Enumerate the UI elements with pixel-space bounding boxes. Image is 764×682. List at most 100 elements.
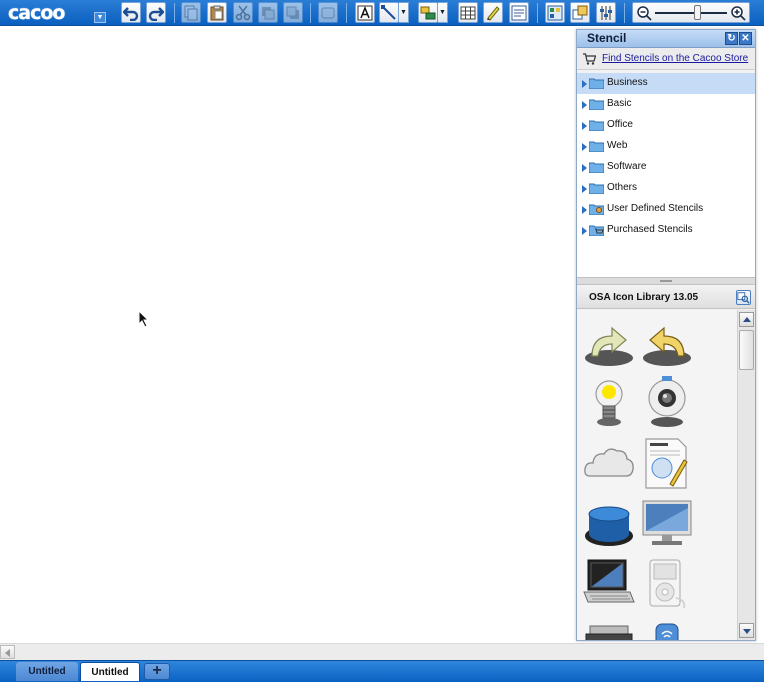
group-icon	[321, 7, 335, 18]
copy-icon	[184, 5, 198, 20]
toolbar-separator	[346, 3, 347, 23]
library-icon-grid	[577, 310, 737, 640]
ipod-icon[interactable]	[640, 558, 694, 612]
image-panel-button[interactable]	[570, 2, 590, 23]
table-tool-button[interactable]	[458, 2, 478, 23]
zoom-out-icon[interactable]	[636, 5, 652, 21]
toolbar-separator	[174, 3, 175, 23]
expand-arrow-icon[interactable]	[582, 122, 587, 130]
refresh-icon[interactable]: ↻	[725, 32, 738, 45]
printer-icon[interactable]	[582, 620, 636, 640]
library-scrollbar[interactable]	[737, 310, 755, 640]
clipboard-icon	[210, 5, 224, 20]
text-tool-icon	[357, 5, 373, 20]
connector-dropdown-icon[interactable]: ▼	[399, 2, 409, 23]
folder-icon	[589, 141, 604, 152]
grip-icon	[660, 280, 672, 282]
scroll-thumb[interactable]	[739, 330, 754, 370]
panel-splitter[interactable]	[577, 277, 755, 285]
tree-item-label: Purchased Stencils	[607, 224, 693, 235]
library-header: OSA Icon Library 13.05	[577, 287, 755, 309]
connector-tool-button[interactable]	[379, 2, 399, 23]
sheet-tab-active[interactable]: Untitled	[80, 662, 140, 681]
shape-tool-button[interactable]	[418, 2, 438, 23]
zoom-control	[632, 2, 750, 23]
canvas-horizontal-scrollbar[interactable]	[0, 643, 764, 660]
cut-button[interactable]	[233, 2, 253, 23]
add-sheet-button[interactable]: +	[144, 663, 170, 680]
pencil-tool-button[interactable]	[483, 2, 503, 23]
scroll-left-icon[interactable]	[0, 645, 15, 659]
bring-front-button[interactable]	[258, 2, 278, 23]
contract-document-icon[interactable]	[640, 436, 694, 490]
zoom-slider-thumb[interactable]	[694, 5, 701, 20]
tree-item-purchased[interactable]: Purchased Stencils	[577, 220, 755, 241]
undo-arrow-icon[interactable]	[640, 314, 694, 368]
tree-item-software[interactable]: Software	[577, 157, 755, 178]
shape-dropdown-icon[interactable]: ▼	[438, 2, 448, 23]
scroll-down-icon[interactable]	[739, 623, 754, 638]
cloud-icon[interactable]	[582, 436, 636, 490]
bring-front-icon	[262, 6, 275, 19]
tree-item-label: Basic	[607, 98, 632, 109]
store-bar: Find Stencils on the Cacoo Store	[577, 48, 755, 70]
tree-item-business[interactable]: Business	[577, 73, 755, 94]
close-icon[interactable]: ✕	[739, 32, 752, 45]
tree-item-basic[interactable]: Basic	[577, 94, 755, 115]
find-stencils-link[interactable]: Find Stencils on the Cacoo Store	[602, 53, 748, 64]
expand-arrow-icon[interactable]	[582, 164, 587, 172]
stencil-panel-header: Stencil ↻ ✕	[577, 30, 755, 48]
redo-button[interactable]	[146, 2, 166, 23]
redo-icon	[148, 6, 164, 21]
webcam-icon[interactable]	[640, 374, 694, 428]
light-bulb-icon[interactable]	[582, 374, 636, 428]
mouse-pointer-icon	[138, 310, 150, 328]
expand-arrow-icon[interactable]	[582, 227, 587, 235]
stencil-panel: Stencil ↻ ✕ Find Stencils on the Cacoo S…	[576, 29, 756, 641]
database-icon[interactable]	[582, 498, 636, 552]
undo-button[interactable]	[121, 2, 141, 23]
library-title: OSA Icon Library 13.05	[589, 292, 699, 303]
shapes-icon	[420, 6, 436, 19]
expand-arrow-icon[interactable]	[582, 185, 587, 193]
expand-arrow-icon[interactable]	[582, 80, 587, 88]
send-back-button[interactable]	[283, 2, 303, 23]
folder-icon	[589, 162, 604, 173]
router-icon[interactable]	[640, 620, 694, 640]
library-search-button[interactable]	[736, 290, 751, 305]
tree-item-label: Office	[607, 119, 633, 130]
note-icon	[511, 5, 527, 20]
expand-arrow-icon[interactable]	[582, 143, 587, 151]
scroll-up-icon[interactable]	[739, 312, 754, 327]
image-library-icon	[572, 5, 588, 19]
app-menu-dropdown-icon[interactable]: ▼	[94, 12, 106, 23]
tree-item-office[interactable]: Office	[577, 115, 755, 136]
folder-icon	[589, 99, 604, 110]
sticky-note-button[interactable]	[509, 2, 529, 23]
cacoo-logo[interactable]: cacoo	[8, 2, 65, 24]
tree-item-label: Software	[607, 161, 647, 172]
sheet-tab-bar: Untitled Untitled +	[0, 660, 764, 682]
tree-item-web[interactable]: Web	[577, 136, 755, 157]
group-button[interactable]	[318, 2, 338, 23]
shopping-cart-icon	[583, 53, 596, 65]
expand-arrow-icon[interactable]	[582, 206, 587, 214]
laptop-icon[interactable]	[582, 558, 636, 612]
zoom-slider-track[interactable]	[655, 12, 727, 14]
copy-button[interactable]	[181, 2, 201, 23]
properties-panel-button[interactable]	[596, 2, 616, 23]
expand-arrow-icon[interactable]	[582, 101, 587, 109]
zoom-in-icon[interactable]	[730, 5, 746, 21]
stencil-panel-button[interactable]	[545, 2, 565, 23]
toolbar-separator	[537, 3, 538, 23]
text-tool-button[interactable]	[355, 2, 375, 23]
tree-item-label: User Defined Stencils	[607, 203, 704, 214]
tree-item-others[interactable]: Others	[577, 178, 755, 199]
scissors-icon	[235, 5, 251, 20]
sheet-tab[interactable]: Untitled	[16, 662, 78, 681]
monitor-icon[interactable]	[640, 498, 694, 552]
tree-item-user-defined[interactable]: User Defined Stencils	[577, 199, 755, 220]
connector-line-icon	[381, 4, 396, 20]
paste-button[interactable]	[207, 2, 227, 23]
redo-arrow-icon[interactable]	[582, 314, 636, 368]
